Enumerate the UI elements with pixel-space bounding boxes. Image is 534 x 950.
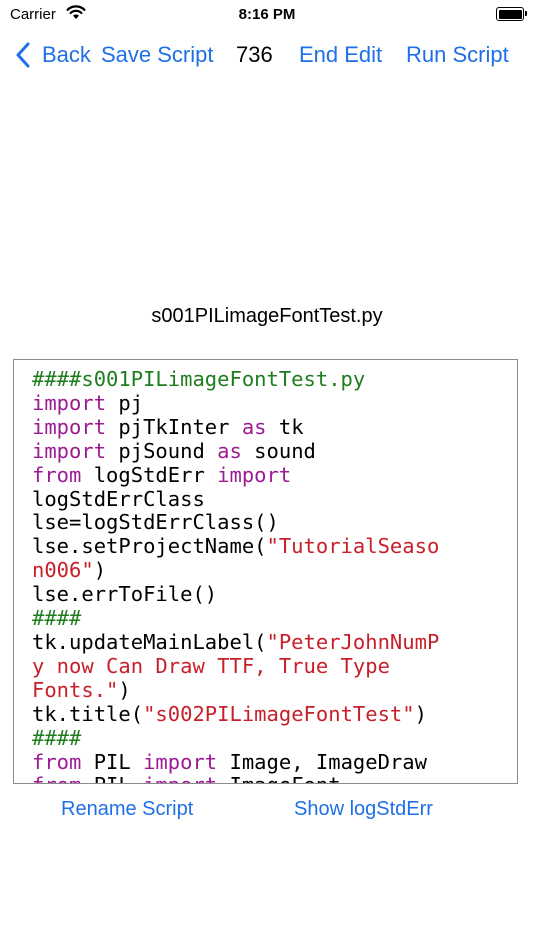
character-count: 736: [236, 42, 273, 67]
run-script-button[interactable]: Run Script: [406, 42, 509, 68]
code-line: y now Can Draw TTF, True Type: [32, 653, 390, 678]
code-line: lse=logStdErrClass(): [32, 510, 279, 535]
code-line: ####: [32, 606, 82, 631]
code-line: tk.title("s002PILimageFontTest"): [32, 701, 427, 726]
code-line: ####: [32, 725, 82, 750]
script-file-name: s001PILimageFontTest.py: [151, 305, 383, 327]
chevron-left-icon[interactable]: [16, 42, 30, 73]
clock: 8:16 PM: [238, 6, 296, 23]
code-line: lse.setProjectName("TutorialSeaso: [32, 534, 440, 559]
rename-script-button[interactable]: Rename Script: [61, 798, 193, 821]
code-line: ####s001PILimageFontTest.py: [32, 367, 366, 391]
code-line: lse.errToFile(): [32, 582, 218, 607]
code-line: import pj: [32, 390, 144, 415]
toolbar: Back Save Script 736 End Edit Run Script: [0, 38, 534, 74]
code-line: import pjTkInter as tk: [32, 414, 304, 439]
code-line: n006"): [32, 558, 107, 583]
code-editor[interactable]: ####s001PILimageFontTest.py import pj impo…: [13, 359, 518, 784]
status-bar: Carrier 8:16 PM: [0, 0, 534, 30]
code-line: logStdErrClass: [32, 486, 205, 511]
code-line: Fonts."): [32, 677, 131, 702]
code-line: from logStdErr import: [32, 462, 292, 487]
code-line: from PIL import ImageFont: [32, 773, 517, 783]
end-edit-button[interactable]: End Edit: [299, 42, 382, 68]
battery-tip: [525, 11, 527, 16]
show-logstderr-button[interactable]: Show logStdErr: [294, 798, 433, 821]
code-text[interactable]: ####s001PILimageFontTest.py import pj impo…: [14, 360, 517, 783]
code-line: tk.updateMainLabel("PeterJohnNumP: [32, 629, 440, 654]
battery-icon: [496, 7, 524, 21]
back-button[interactable]: Back: [42, 42, 91, 68]
code-line: from PIL import Image, ImageDraw: [32, 749, 427, 774]
code-line: import pjSound as sound: [32, 438, 316, 463]
save-script-button[interactable]: Save Script: [101, 42, 214, 68]
